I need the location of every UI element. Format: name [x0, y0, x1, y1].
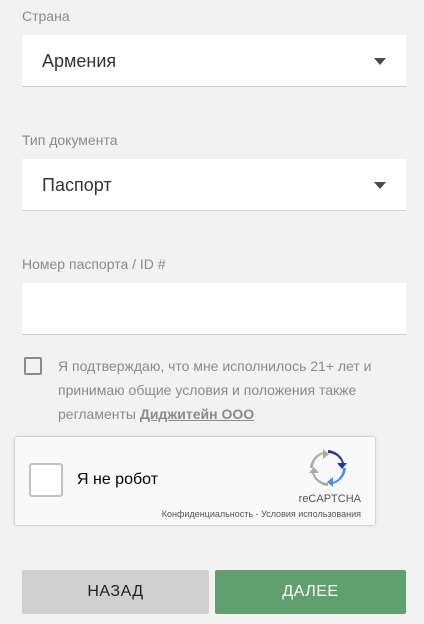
document-type-value: Паспорт: [42, 175, 112, 195]
recaptcha-terms-link[interactable]: Условия использования: [261, 509, 361, 519]
country-label: Страна: [22, 8, 70, 24]
passport-number-input[interactable]: [22, 283, 406, 335]
document-type-select[interactable]: Паспорт: [22, 159, 406, 211]
back-button[interactable]: НАЗАД: [22, 570, 209, 614]
recaptcha-privacy-link[interactable]: Конфиденциальность: [162, 509, 253, 519]
terms-checkbox[interactable]: [24, 357, 42, 375]
next-button[interactable]: ДАЛЕЕ: [215, 570, 406, 614]
passport-number-label: Номер паспорта / ID #: [22, 256, 166, 272]
recaptcha-checkbox[interactable]: [29, 463, 63, 497]
terms-text: Я подтверждаю, что мне исполнилось 21+ л…: [58, 354, 398, 426]
recaptcha-label: Я не робот: [77, 471, 159, 488]
country-select[interactable]: Армения: [22, 35, 406, 87]
caret-down-icon: [374, 58, 386, 65]
recaptcha-logo-icon: [309, 449, 347, 487]
recaptcha-separator: -: [253, 509, 262, 519]
document-type-label: Тип документа: [22, 132, 118, 148]
recaptcha-brand: reCAPTCHA: [298, 493, 361, 505]
terms-company-link[interactable]: Диджитейн ООО: [140, 406, 254, 422]
recaptcha-widget: Я не робот reCAPTCHA Конфиденциальность …: [14, 436, 376, 526]
country-value: Армения: [42, 51, 117, 71]
caret-down-icon: [374, 182, 386, 189]
recaptcha-links: Конфиденциальность - Условия использован…: [162, 509, 361, 519]
